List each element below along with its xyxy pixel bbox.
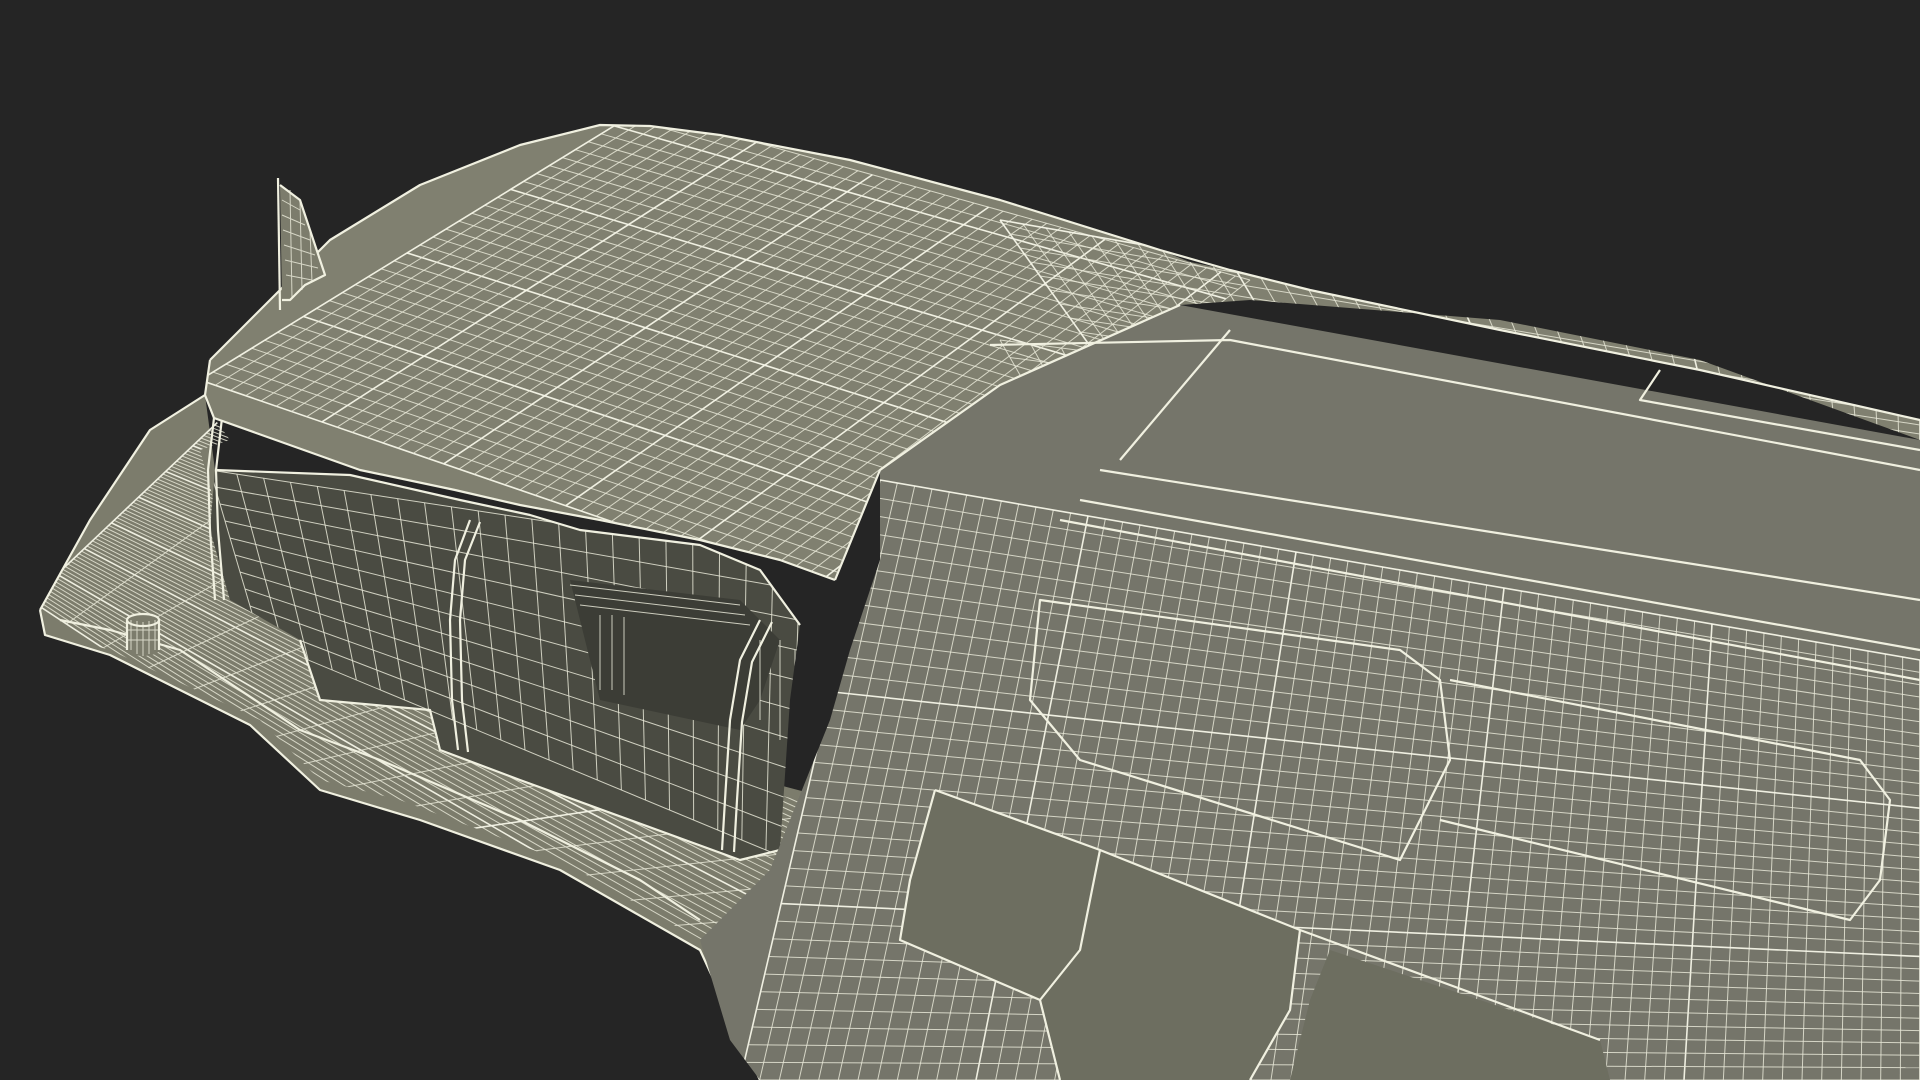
boat-wireframe-render (0, 0, 1920, 1080)
bow-fitting (125, 612, 161, 656)
render-viewport (0, 0, 1920, 1080)
